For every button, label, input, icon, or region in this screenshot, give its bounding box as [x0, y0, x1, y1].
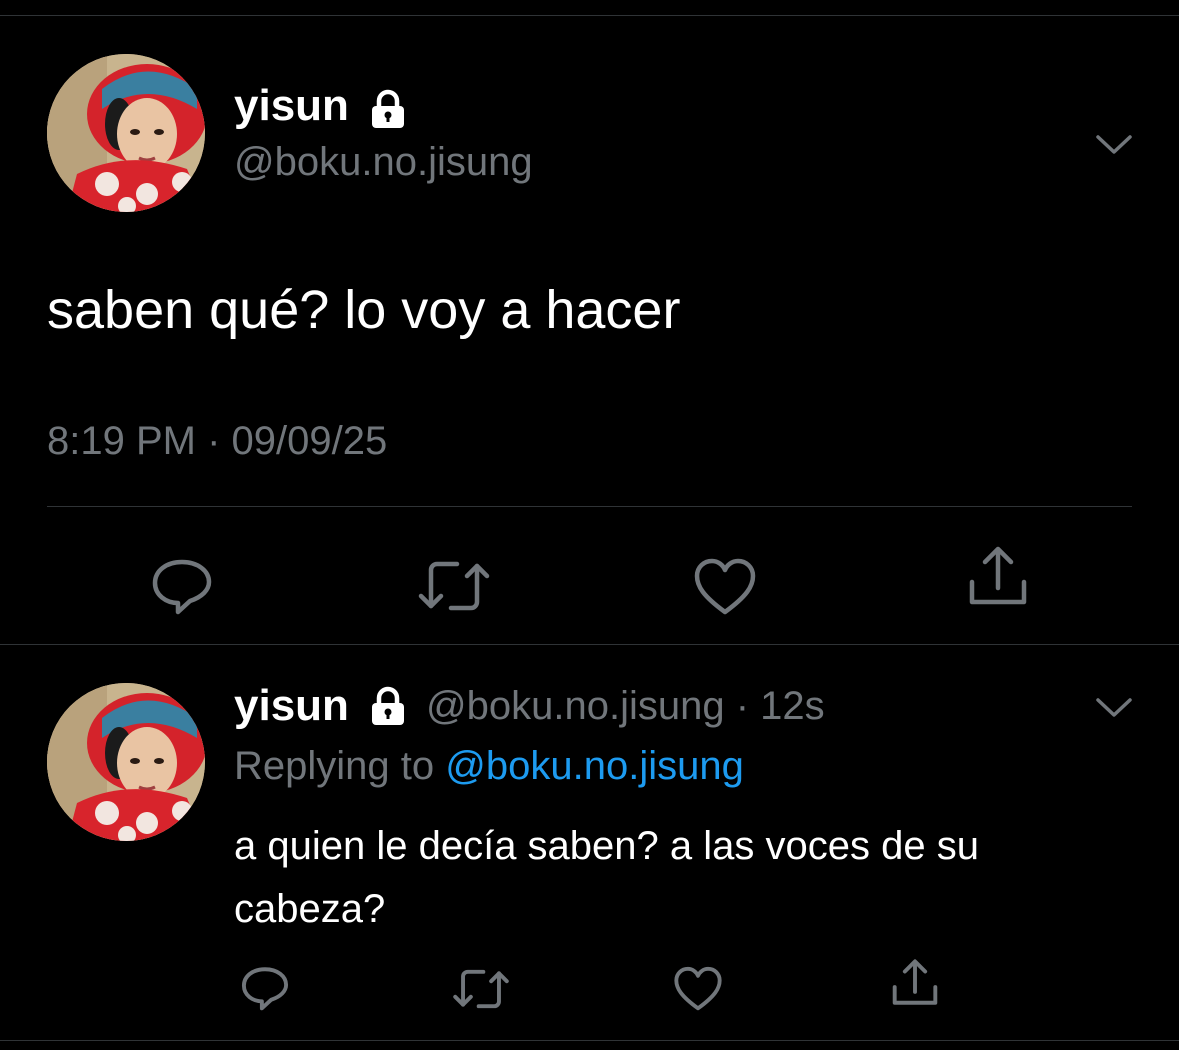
divider — [0, 1040, 1179, 1041]
tweet-text: a quien le decía saben? a las voces de s… — [234, 824, 979, 931]
divider — [47, 506, 1132, 507]
chevron-down-icon[interactable] — [1093, 687, 1135, 729]
reply-tweet[interactable]: yisun @boku.no.jisung · 12s Replying to … — [0, 645, 1179, 1040]
handle[interactable]: @boku.no.jisung — [234, 138, 533, 186]
heart-icon[interactable] — [673, 965, 723, 1013]
handle[interactable]: @boku.no.jisung — [426, 684, 725, 728]
separator: · — [724, 684, 761, 728]
tweet-timestamp[interactable]: 8:19 PM · 09/09/25 — [47, 417, 387, 465]
reply-meta: @boku.no.jisung · 12s — [426, 682, 825, 730]
heart-icon[interactable] — [693, 556, 757, 618]
tweet-text: saben qué? lo voy a hacer — [47, 280, 681, 340]
reply-icon[interactable] — [240, 963, 290, 1013]
chevron-down-icon[interactable] — [1093, 124, 1135, 166]
replying-to: Replying to @boku.no.jisung — [234, 742, 744, 790]
avatar[interactable] — [47, 54, 205, 212]
share-icon[interactable] — [966, 544, 1030, 612]
lock-icon — [366, 88, 410, 132]
replying-to-label: Replying to — [234, 744, 435, 788]
main-tweet: yisun @boku.no.jisung saben qué? lo voy … — [0, 16, 1179, 644]
time-ago[interactable]: 12s — [760, 684, 825, 728]
share-icon[interactable] — [890, 957, 940, 1011]
avatar[interactable] — [47, 683, 205, 841]
lock-icon — [366, 685, 410, 729]
retweet-icon[interactable] — [452, 964, 510, 1014]
reply-icon[interactable] — [150, 554, 214, 618]
display-name[interactable]: yisun — [234, 80, 349, 132]
display-name[interactable]: yisun — [234, 680, 349, 732]
retweet-icon[interactable] — [417, 554, 491, 618]
mention-link[interactable]: @boku.no.jisung — [445, 744, 744, 788]
